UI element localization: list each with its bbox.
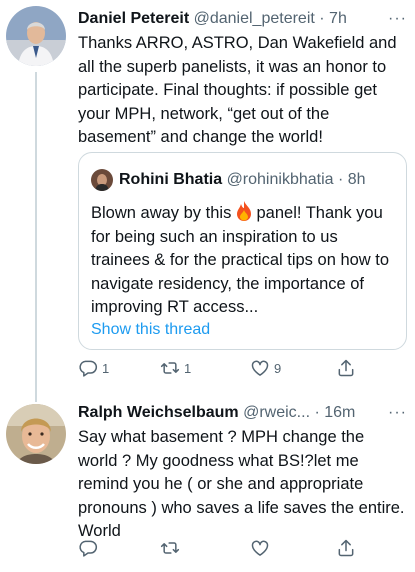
reply-icon: [79, 360, 98, 377]
heart-icon: [251, 540, 269, 556]
retweet-button[interactable]: 1: [160, 357, 191, 379]
quoted-timestamp: · 8h: [337, 171, 366, 188]
like-button[interactable]: 9: [250, 357, 281, 379]
quoted-user-handle: @rohinikbhatia: [226, 171, 334, 188]
quoted-tweet-text: Blown away by this panel! Thank you for …: [91, 201, 396, 320]
share-icon: [338, 359, 354, 377]
retweet-icon: [160, 362, 180, 374]
avatar[interactable]: [6, 404, 66, 464]
tweet-header: Daniel Petereit @daniel_petereit · 7h ··…: [78, 8, 407, 30]
retweet-button[interactable]: [160, 537, 184, 559]
share-icon: [338, 539, 354, 557]
tweet-actions: 1 1 9: [78, 357, 378, 379]
timestamp[interactable]: · 7h: [319, 10, 347, 27]
like-button[interactable]: [250, 537, 274, 559]
reply-button[interactable]: [78, 537, 102, 559]
quoted-display-name: Rohini Bhatia: [119, 171, 223, 188]
tweet-text: Say what basement ? MPH change the world…: [78, 428, 405, 540]
reply-count: 1: [102, 360, 110, 376]
tweet-text: Thanks ARRO, ASTRO, Dan Wakefield and al…: [78, 34, 397, 146]
tweet-daniel-petereit[interactable]: Daniel Petereit @daniel_petereit · 7h ··…: [0, 0, 415, 402]
tweet-ralph-weichselbaum[interactable]: Ralph Weichselbaum @rweic... · 16m ··· S…: [0, 392, 415, 572]
heart-icon: [251, 360, 269, 376]
thread-connector-line: [35, 72, 37, 402]
quoted-text-start: Blown away by this: [91, 204, 236, 222]
avatar[interactable]: [6, 6, 66, 66]
quoted-avatar: [91, 169, 113, 191]
show-thread-link[interactable]: Show this thread: [91, 319, 210, 341]
share-button[interactable]: [336, 357, 356, 379]
display-name[interactable]: Ralph Weichselbaum: [78, 404, 239, 421]
share-button[interactable]: [336, 537, 356, 559]
tweet-actions: [78, 537, 378, 559]
quoted-tweet-header: Rohini Bhatia @rohinikbhatia · 8h: [119, 169, 366, 191]
retweet-count: 1: [184, 360, 192, 376]
reply-icon: [79, 540, 98, 557]
user-handle[interactable]: @rweic...: [243, 404, 310, 421]
fire-emoji-icon: [236, 201, 252, 221]
reply-button[interactable]: 1: [78, 357, 109, 379]
user-handle[interactable]: @daniel_petereit: [194, 10, 315, 27]
tweet-header: Ralph Weichselbaum @rweic... · 16m ···: [78, 402, 407, 424]
like-count: 9: [274, 360, 282, 376]
timestamp[interactable]: · 16m: [314, 404, 355, 421]
more-options-icon[interactable]: ···: [388, 402, 407, 424]
quoted-tweet[interactable]: Rohini Bhatia @rohinikbhatia · 8h Blown …: [78, 152, 407, 350]
display-name[interactable]: Daniel Petereit: [78, 10, 189, 27]
more-options-icon[interactable]: ···: [388, 8, 407, 30]
retweet-icon: [160, 542, 180, 554]
